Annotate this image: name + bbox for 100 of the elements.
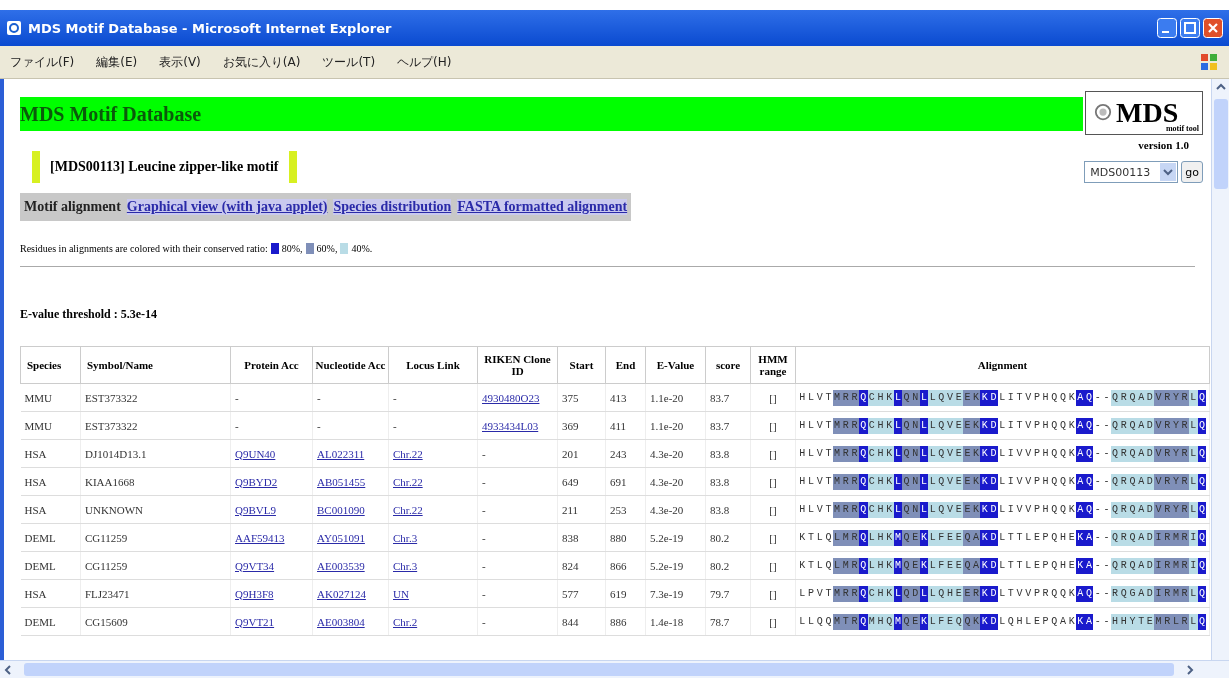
table-cell: 619: [605, 579, 646, 608]
scroll-thumb[interactable]: [1213, 99, 1228, 189]
legend-label: 40%.: [351, 243, 373, 254]
table-cell: 83.8: [705, 495, 751, 524]
close-icon[interactable]: [1203, 18, 1223, 38]
table-cell: CG11259: [80, 523, 231, 552]
table-cell: 691: [605, 467, 646, 496]
nav-link[interactable]: FASTA formatted alignment: [457, 199, 628, 215]
version-label: version 1.0: [1138, 139, 1189, 151]
table-cell: -: [482, 531, 486, 544]
link[interactable]: Q9H3F8: [235, 587, 274, 600]
menu-item[interactable]: 編集(E): [96, 53, 138, 71]
scroll-thumb[interactable]: [24, 663, 1174, 676]
table-cell: MMU: [20, 383, 81, 412]
table-cell: 824: [557, 551, 606, 580]
column-header: Locus Link: [388, 346, 478, 384]
table-cell: 1.1e-20: [645, 383, 706, 412]
table-cell: 838: [557, 523, 606, 552]
table-cell: 83.8: [705, 467, 751, 496]
link[interactable]: UN: [393, 587, 409, 600]
nav-link[interactable]: Graphical view (with java applet): [126, 199, 328, 215]
link[interactable]: AY051091: [317, 531, 365, 544]
table-cell: -: [317, 419, 321, 432]
table-cell: 211: [557, 495, 606, 524]
link[interactable]: Q9VT21: [235, 615, 275, 628]
table-cell: 83.7: [705, 383, 751, 412]
link[interactable]: Chr.3: [393, 531, 418, 544]
menu-item[interactable]: ファイル(F): [10, 53, 75, 71]
link[interactable]: Chr.22: [393, 447, 423, 460]
menu-item[interactable]: 表示(V): [159, 53, 201, 71]
link[interactable]: AE003539: [317, 559, 365, 572]
table-cell: HSA: [20, 439, 81, 468]
table-cell: EST373322: [80, 411, 231, 440]
motif-dropdown[interactable]: MDS00113: [1084, 161, 1179, 183]
link[interactable]: Chr.2: [393, 615, 418, 628]
minimize-icon[interactable]: [1157, 18, 1177, 38]
table-cell: -: [482, 615, 486, 628]
table-cell: []: [750, 551, 796, 580]
link[interactable]: 4933434L03: [482, 419, 539, 432]
table-cell: 413: [605, 383, 646, 412]
link[interactable]: AK027124: [317, 587, 366, 600]
nav-current: Motif alignment: [24, 199, 121, 215]
table-cell: KIAA1668: [80, 467, 231, 496]
menu-item[interactable]: ヘルプ(H): [397, 53, 452, 71]
table-cell: -: [393, 419, 397, 432]
table-cell: CG15609: [80, 607, 231, 636]
browser-icon: [6, 20, 22, 36]
table-cell: 1.4e-18: [645, 607, 706, 636]
horizontal-scrollbar[interactable]: [0, 660, 1229, 678]
table-cell: DJ1014D13.1: [80, 439, 231, 468]
maximize-icon[interactable]: [1180, 18, 1200, 38]
table-cell: 7.3e-19: [645, 579, 706, 608]
menu-item[interactable]: ツール(T): [322, 53, 376, 71]
link[interactable]: Chr.3: [393, 559, 418, 572]
table-cell: []: [750, 439, 796, 468]
column-header: Symbol/Name: [80, 346, 231, 384]
link[interactable]: Chr.22: [393, 475, 423, 488]
table-cell: 243: [605, 439, 646, 468]
table-cell: 4.3e-20: [645, 439, 706, 468]
windows-logo-icon: [1199, 52, 1219, 72]
table-cell: 1.1e-20: [645, 411, 706, 440]
link[interactable]: AL022311: [317, 447, 365, 460]
link[interactable]: Q9BVL9: [235, 503, 276, 516]
table-cell: []: [750, 467, 796, 496]
table-cell: -: [235, 419, 239, 432]
table-cell: 5.2e-19: [645, 523, 706, 552]
table-cell: 5.2e-19: [645, 551, 706, 580]
link[interactable]: 4930480O23: [482, 391, 540, 404]
table-cell: -: [317, 391, 321, 404]
table-cell: 866: [605, 551, 646, 580]
menu-item[interactable]: お気に入り(A): [222, 53, 301, 71]
link[interactable]: Q9BYD2: [235, 475, 278, 488]
link[interactable]: Chr.22: [393, 503, 423, 516]
link[interactable]: BC001090: [317, 503, 365, 516]
table-cell: UNKNOWN: [80, 495, 231, 524]
table-cell: CG11259: [80, 551, 231, 580]
nav-link[interactable]: Species distribution: [333, 199, 452, 215]
table-cell: []: [750, 411, 796, 440]
table-cell: 78.7: [705, 607, 751, 636]
go-button[interactable]: go: [1181, 161, 1203, 183]
table-cell: HSA: [20, 495, 81, 524]
table-cell: 411: [605, 411, 646, 440]
table-cell: 577: [557, 579, 606, 608]
link[interactable]: AE003804: [317, 615, 365, 628]
column-header: HMM range: [750, 346, 796, 384]
link[interactable]: Q9UN40: [235, 447, 276, 460]
column-header: RIKEN Clone ID: [477, 346, 558, 384]
table-cell: -: [482, 447, 486, 460]
table-cell: DEML: [20, 551, 81, 580]
link[interactable]: Q9VT34: [235, 559, 275, 572]
link[interactable]: AAF59413: [235, 531, 285, 544]
link[interactable]: AB051455: [317, 475, 366, 488]
table-cell: -: [482, 559, 486, 572]
table-cell: MMU: [20, 411, 81, 440]
table-cell: -: [482, 475, 486, 488]
column-header: Alignment: [795, 346, 1210, 384]
table-cell: 83.7: [705, 411, 751, 440]
page-title: MDS Motif Database: [20, 102, 202, 126]
vertical-scrollbar[interactable]: [1211, 79, 1229, 660]
column-header: Species: [20, 346, 81, 384]
